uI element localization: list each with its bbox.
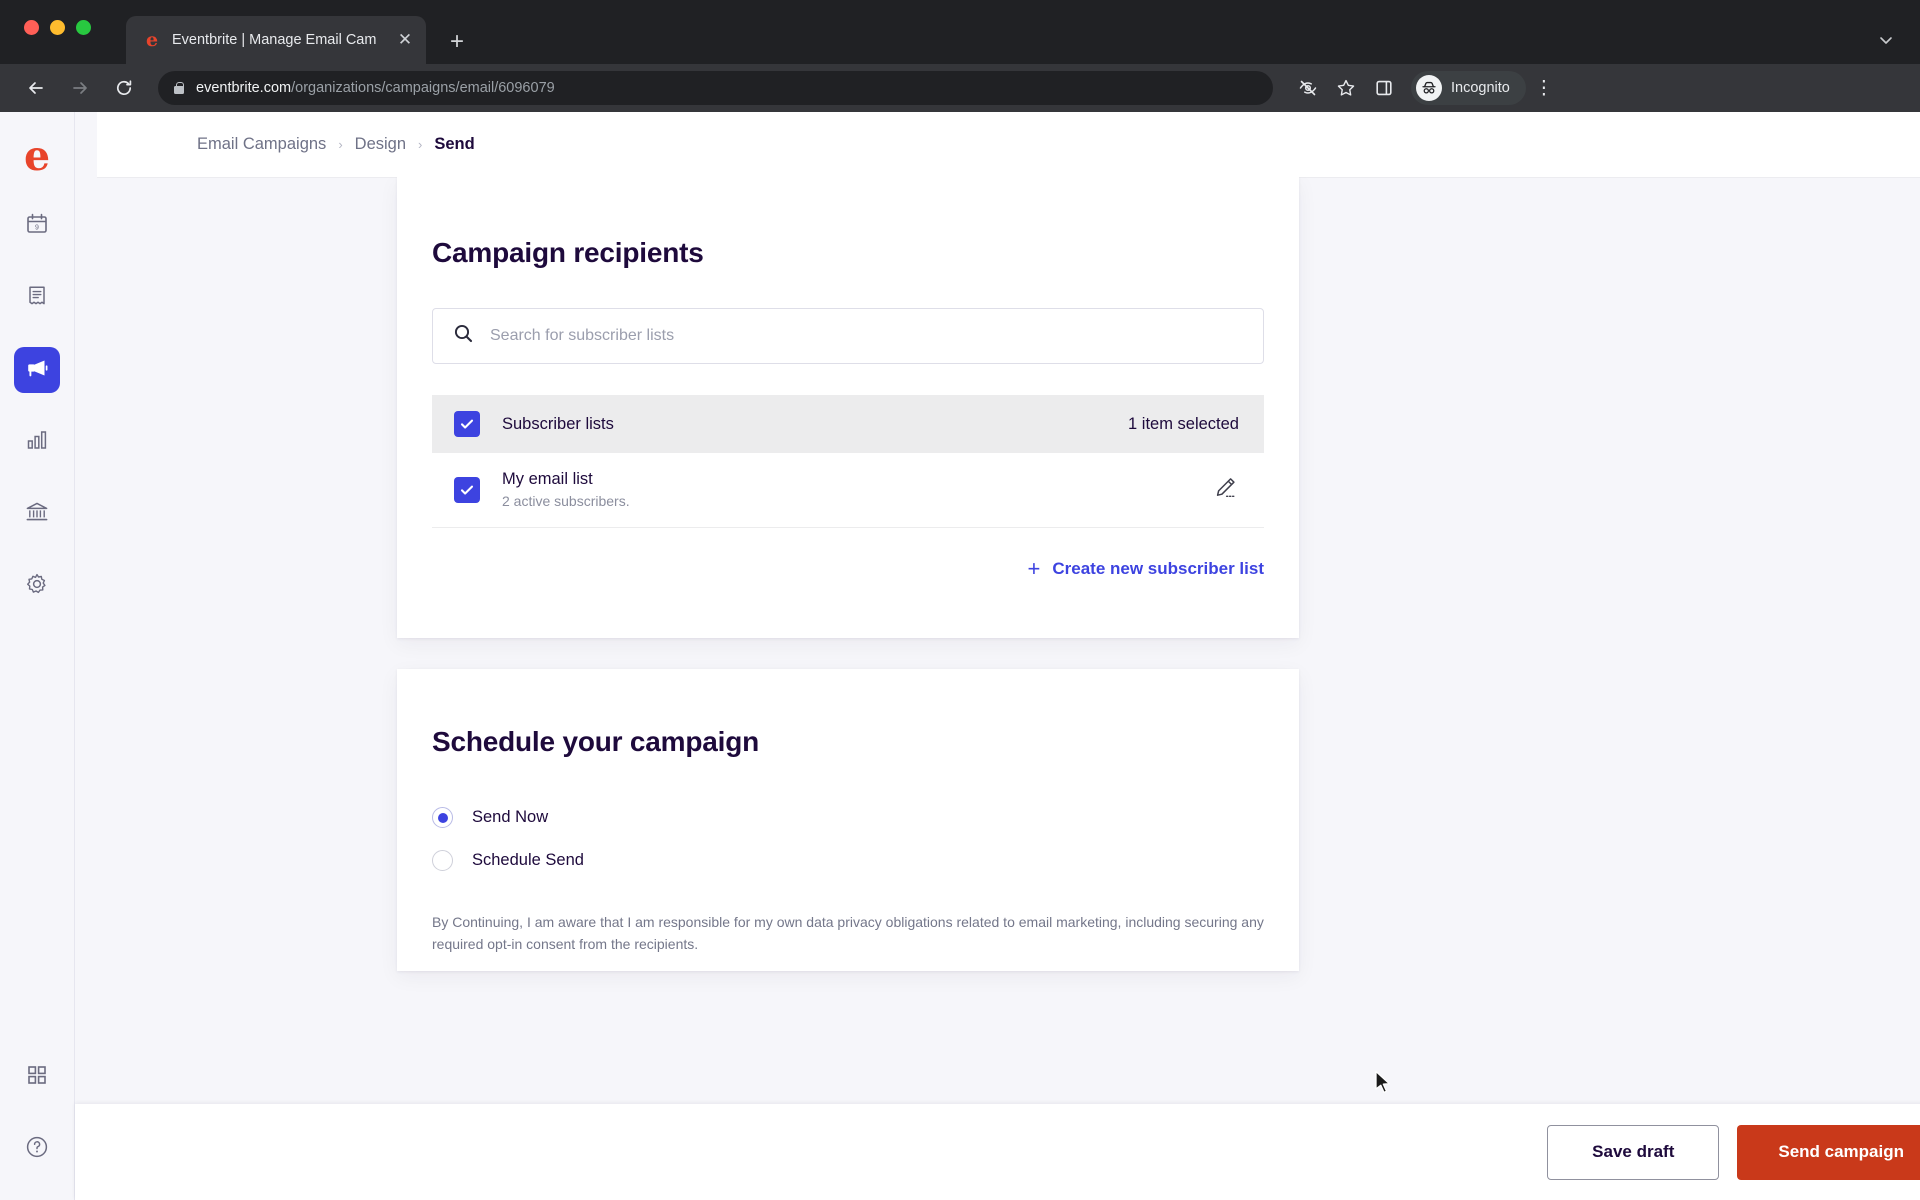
tab-search-chevron-down-icon[interactable] xyxy=(1878,32,1894,52)
schedule-title: Schedule your campaign xyxy=(432,726,760,757)
send-now-label: Send Now xyxy=(472,808,549,826)
create-new-subscriber-list-button[interactable]: + Create new subscriber list xyxy=(1028,558,1265,580)
sidebar-item-orders[interactable] xyxy=(14,275,60,321)
help-circle-icon xyxy=(24,1134,50,1165)
back-button[interactable] xyxy=(18,70,54,106)
browser-menu-icon[interactable]: ⋮ xyxy=(1530,79,1558,98)
sidebar-item-marketing[interactable] xyxy=(14,347,60,393)
schedule-campaign-card-inner: Schedule your campaign Send Now Schedule… xyxy=(397,669,1299,955)
profile-incognito-button[interactable]: Incognito xyxy=(1411,71,1526,105)
plus-icon: + xyxy=(1027,556,1041,581)
address-bar[interactable]: eventbrite.com/organizations/campaigns/e… xyxy=(158,71,1273,105)
browser-toolbar: eventbrite.com/organizations/campaigns/e… xyxy=(0,64,1920,112)
lock-icon xyxy=(172,81,186,95)
breadcrumb: Email Campaigns › Design › Send xyxy=(97,112,1920,177)
search-input[interactable] xyxy=(490,327,1243,345)
toolbar-icon-group: Incognito ⋮ xyxy=(1291,71,1558,105)
incognito-avatar-icon xyxy=(1416,75,1442,101)
subscriber-list-count: 2 active subscribers. xyxy=(502,493,630,510)
close-window-button[interactable] xyxy=(24,20,39,35)
search-icon xyxy=(453,323,474,349)
page-content: Email Campaigns › Design › Send Campaign… xyxy=(75,112,1920,1200)
window-traffic-lights xyxy=(24,20,91,35)
pencil-icon[interactable] xyxy=(1213,475,1239,506)
tab-title: Eventbrite | Manage Email Cam xyxy=(172,32,377,48)
footer-action-bar: Save draft Send campaign xyxy=(75,1104,1920,1200)
profile-label: Incognito xyxy=(1451,80,1510,96)
forward-button[interactable] xyxy=(62,70,98,106)
create-subscriber-list-row: + Create new subscriber list xyxy=(432,558,1265,580)
browser-window: e Eventbrite | Manage Email Cam ✕ + even… xyxy=(0,0,1920,1200)
sidebar-bottom-group xyxy=(14,1028,60,1172)
subscriber-list-row[interactable]: My email list 2 active subscribers. xyxy=(432,453,1264,528)
page-viewport: e 9 Email Campaigns › Design › Send Camp… xyxy=(0,112,1920,1200)
url-host: eventbrite.com xyxy=(196,80,292,96)
tracking-protection-eye-off-icon[interactable] xyxy=(1291,71,1325,105)
maximize-window-button[interactable] xyxy=(76,20,91,35)
breadcrumb-item-email-campaigns[interactable]: Email Campaigns xyxy=(197,135,326,154)
radio-option-send-now[interactable]: Send Now xyxy=(432,802,1264,833)
bar-chart-icon xyxy=(24,427,50,458)
schedule-radio-group: Send Now Schedule Send xyxy=(432,802,1264,876)
calendar-icon: 9 xyxy=(24,211,50,242)
subscriber-lists-label: Subscriber lists xyxy=(502,414,614,433)
breadcrumb-item-design[interactable]: Design xyxy=(355,135,406,154)
close-tab-icon[interactable]: ✕ xyxy=(394,30,416,50)
create-new-subscriber-list-label: Create new subscriber list xyxy=(1052,559,1264,578)
reload-button[interactable] xyxy=(106,70,142,106)
selected-count-label: 1 item selected xyxy=(1128,414,1239,433)
gear-icon xyxy=(24,571,50,602)
sidebar-item-finance[interactable] xyxy=(14,491,60,537)
sidebar-item-apps[interactable] xyxy=(14,1054,60,1100)
sidebar-item-help[interactable] xyxy=(14,1126,60,1172)
campaign-recipients-card-inner: Campaign recipients Search for subscribe… xyxy=(397,177,1299,580)
sidebar-item-settings[interactable] xyxy=(14,563,60,609)
scroll-container[interactable]: Campaign recipients Search for subscribe… xyxy=(97,177,1920,1200)
subscriber-search-field[interactable] xyxy=(432,308,1264,364)
campaign-recipients-card: Campaign recipients Search for subscribe… xyxy=(397,177,1299,638)
radio-option-schedule-send[interactable]: Schedule Send xyxy=(432,845,1264,876)
schedule-campaign-card: Schedule your campaign Send Now Schedule… xyxy=(397,669,1299,971)
select-all-checkbox[interactable] xyxy=(454,411,480,437)
schedule-send-label: Schedule Send xyxy=(472,851,584,869)
privacy-disclaimer: By Continuing, I am aware that I am resp… xyxy=(432,914,1264,952)
eventbrite-e-icon: e xyxy=(145,28,159,51)
browser-tab[interactable]: e Eventbrite | Manage Email Cam ✕ xyxy=(126,16,426,64)
grid-icon xyxy=(25,1063,49,1092)
url-path: /organizations/campaigns/email/6096079 xyxy=(291,80,555,96)
breadcrumb-item-send: Send xyxy=(434,135,475,153)
subscriber-list-text-block: My email list 2 active subscribers. xyxy=(502,468,630,512)
side-panel-icon[interactable] xyxy=(1367,71,1401,105)
app-sidebar: e 9 xyxy=(0,112,75,1200)
send-now-radio[interactable] xyxy=(432,807,453,828)
bookmark-star-icon[interactable] xyxy=(1329,71,1363,105)
megaphone-icon xyxy=(24,355,50,386)
page-title: Campaign recipients xyxy=(432,237,704,268)
save-draft-button[interactable]: Save draft xyxy=(1547,1124,1720,1180)
subscriber-lists-header-left: Subscriber lists xyxy=(454,411,614,437)
subscriber-list-name: My email list xyxy=(502,469,593,488)
tab-strip: e Eventbrite | Manage Email Cam ✕ + xyxy=(0,0,1920,64)
schedule-send-radio[interactable] xyxy=(432,850,453,871)
new-tab-button[interactable]: + xyxy=(450,30,464,54)
receipt-icon xyxy=(24,283,50,314)
sidebar-item-reports[interactable] xyxy=(14,419,60,465)
eventbrite-logo-icon[interactable]: e xyxy=(16,135,58,177)
subscriber-lists-header-row[interactable]: Subscriber lists 1 item selected xyxy=(432,395,1264,453)
bank-icon xyxy=(24,499,50,530)
svg-text:9: 9 xyxy=(35,224,39,231)
url-text: eventbrite.com/organizations/campaigns/e… xyxy=(196,80,555,96)
minimize-window-button[interactable] xyxy=(50,20,65,35)
breadcrumb-separator-icon: › xyxy=(418,137,423,152)
subscriber-list-row-left: My email list 2 active subscribers. xyxy=(454,468,630,512)
send-campaign-button[interactable]: Send campaign xyxy=(1737,1124,1920,1180)
breadcrumb-separator-icon: › xyxy=(338,137,343,152)
sidebar-item-events[interactable]: 9 xyxy=(14,203,60,249)
subscriber-list-checkbox[interactable] xyxy=(454,476,480,503)
